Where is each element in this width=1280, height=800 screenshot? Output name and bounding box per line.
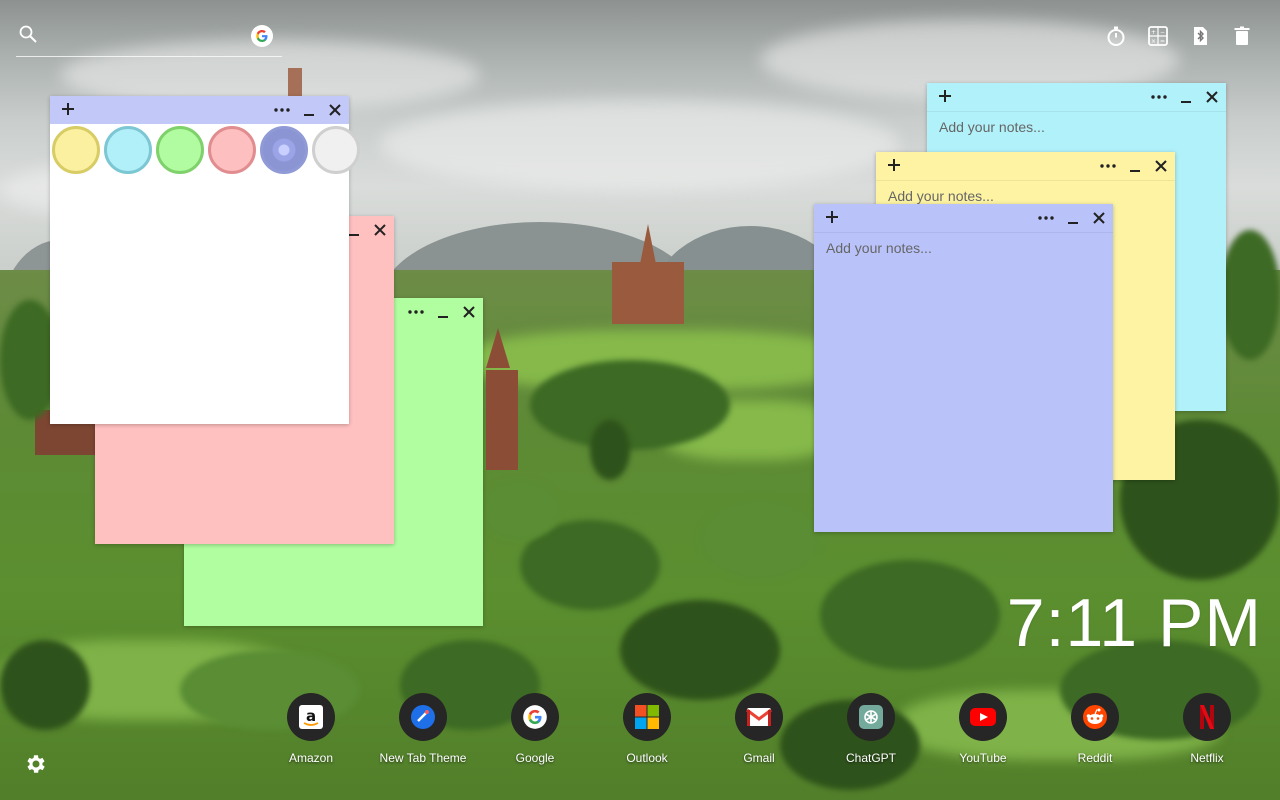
shortcut-chatgpt[interactable]: ChatGPT xyxy=(815,693,927,765)
white-swatch[interactable] xyxy=(312,126,360,174)
close-icon[interactable] xyxy=(1088,207,1110,229)
add-note-icon[interactable] xyxy=(935,86,955,106)
more-options-icon[interactable] xyxy=(1148,86,1170,108)
shortcut-amazon[interactable]: a Amazon xyxy=(255,693,367,765)
calculator-icon[interactable]: + − × = xyxy=(1146,24,1170,48)
note-header[interactable] xyxy=(876,152,1175,181)
gmail-icon xyxy=(735,693,783,741)
add-note-icon[interactable] xyxy=(884,155,904,175)
add-note-icon[interactable] xyxy=(58,99,78,119)
shortcut-new-tab-theme[interactable]: New Tab Theme xyxy=(367,693,479,765)
shortcut-label: ChatGPT xyxy=(845,751,896,765)
yellow-swatch[interactable] xyxy=(52,126,100,174)
shortcut-label: Gmail xyxy=(743,751,775,765)
shortcut-label: Reddit xyxy=(1077,751,1113,765)
google-g-icon[interactable] xyxy=(251,25,273,47)
more-options-icon[interactable] xyxy=(1035,207,1057,229)
minimize-icon[interactable] xyxy=(1062,207,1084,229)
shortcut-label: Outlook xyxy=(626,751,668,765)
top-toolbar: + − × = xyxy=(1104,24,1254,50)
svg-text:=: = xyxy=(1160,38,1165,45)
note-header[interactable] xyxy=(50,96,349,124)
green-swatch[interactable] xyxy=(156,126,204,174)
search-bar[interactable] xyxy=(16,22,282,57)
more-options-icon[interactable] xyxy=(271,99,293,121)
close-icon[interactable] xyxy=(369,219,391,241)
cyan-swatch[interactable] xyxy=(104,126,152,174)
blue-swatch[interactable] xyxy=(260,126,308,174)
note-header[interactable] xyxy=(814,204,1113,233)
trash-icon[interactable] xyxy=(1230,24,1254,48)
shortcut-label: New Tab Theme xyxy=(379,751,467,765)
reddit-icon xyxy=(1071,693,1119,741)
color-swatch-row xyxy=(50,124,360,174)
google-icon xyxy=(511,693,559,741)
add-note-icon[interactable] xyxy=(822,207,842,227)
search-icon xyxy=(19,25,37,43)
minimize-icon[interactable] xyxy=(1175,86,1197,108)
minimize-icon[interactable] xyxy=(1124,155,1146,177)
outlook-icon xyxy=(623,693,671,741)
minimize-icon[interactable] xyxy=(432,301,454,323)
note-header[interactable] xyxy=(927,83,1226,112)
timer-icon[interactable] xyxy=(1104,24,1128,48)
shortcut-label: Amazon xyxy=(288,751,334,765)
shortcut-google[interactable]: Google xyxy=(479,693,591,765)
note-text-input[interactable] xyxy=(824,238,1103,522)
shortcut-label: Google xyxy=(515,751,555,765)
more-options-icon[interactable] xyxy=(1097,155,1119,177)
shortcut-reddit[interactable]: Reddit xyxy=(1039,693,1151,765)
shortcut-outlook[interactable]: Outlook xyxy=(591,693,703,765)
close-icon[interactable] xyxy=(324,99,346,121)
sticky-note-blue[interactable] xyxy=(814,204,1113,532)
shortcut-netflix[interactable]: Netflix xyxy=(1151,693,1263,765)
close-icon[interactable] xyxy=(1150,155,1172,177)
svg-text:a: a xyxy=(306,707,316,725)
close-icon[interactable] xyxy=(458,301,480,323)
minimize-icon[interactable] xyxy=(298,99,320,121)
netflix-icon xyxy=(1183,693,1231,741)
close-icon[interactable] xyxy=(1201,86,1223,108)
shortcut-label: YouTube xyxy=(959,751,1007,765)
sticky-note-color-picker[interactable] xyxy=(50,96,360,424)
youtube-icon xyxy=(959,693,1007,741)
shortcut-label: Netflix xyxy=(1190,751,1224,765)
new-tab-theme-icon xyxy=(399,693,447,741)
svg-text:−: − xyxy=(1160,29,1165,36)
bluetooth-file-icon[interactable] xyxy=(1188,24,1212,48)
amazon-icon: a xyxy=(287,693,335,741)
clock-display: 7:11 PM xyxy=(1006,585,1262,661)
more-options-icon[interactable] xyxy=(405,301,427,323)
shortcut-dock: a Amazon New Tab Theme Google Outlook Gm xyxy=(255,693,1265,773)
settings-gear-icon[interactable] xyxy=(24,752,48,776)
chatgpt-icon xyxy=(847,693,895,741)
svg-text:×: × xyxy=(1151,38,1156,45)
search-input[interactable] xyxy=(50,22,244,52)
pink-swatch[interactable] xyxy=(208,126,256,174)
svg-text:+: + xyxy=(1151,29,1156,36)
shortcut-youtube[interactable]: YouTube xyxy=(927,693,1039,765)
shortcut-gmail[interactable]: Gmail xyxy=(703,693,815,765)
